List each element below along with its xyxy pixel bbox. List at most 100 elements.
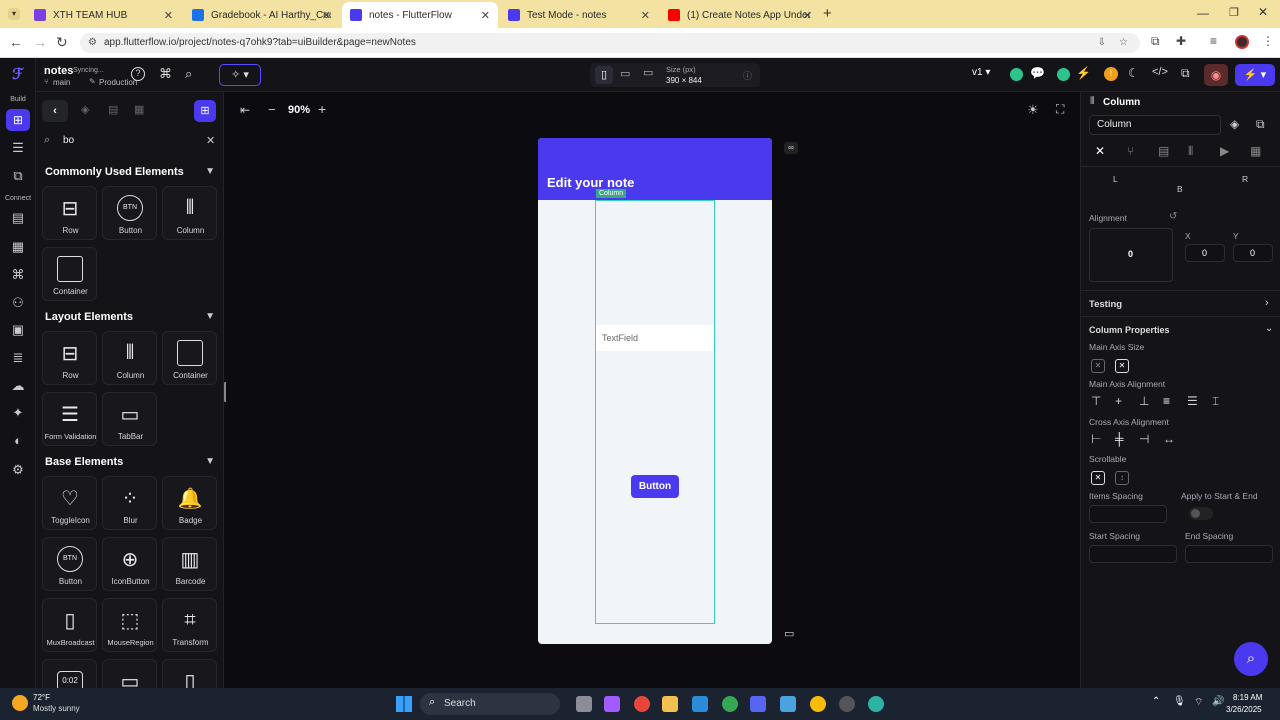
zoom-level[interactable]: 90% bbox=[288, 104, 310, 116]
reading-list-icon[interactable]: ≡ bbox=[1210, 34, 1217, 48]
widget-palette-icon[interactable]: ⊞ bbox=[6, 109, 30, 131]
browser-tab-gradebook[interactable]: Gradebook - AI Harthy_Coding ✕ bbox=[184, 4, 339, 26]
alignment-grid[interactable]: 0 bbox=[1089, 228, 1173, 282]
widget-button[interactable]: BTN Button bbox=[102, 186, 157, 240]
widget-timer[interactable]: 0:02 bbox=[42, 659, 97, 688]
widget-message[interactable]: ▭ bbox=[102, 659, 157, 688]
chrome-active-icon[interactable] bbox=[810, 696, 826, 712]
url-field[interactable]: ⚙ app.flutterflow.io/project/notes-q7ohk… bbox=[80, 33, 1140, 53]
space-between-icon[interactable]: ≡ bbox=[1163, 394, 1170, 408]
chevron-down-icon[interactable]: ▼ bbox=[205, 166, 215, 177]
components-icon[interactable]: ⚇ bbox=[9, 295, 27, 311]
environment-name[interactable]: Production bbox=[99, 78, 137, 87]
theme-toggle-icon[interactable]: ☀ bbox=[1027, 102, 1039, 118]
align-center-icon[interactable]: + bbox=[1115, 394, 1122, 408]
widget-column[interactable]: ⦀ Column bbox=[102, 331, 157, 385]
tray-overflow-icon[interactable]: ⌃ bbox=[1152, 696, 1160, 707]
widget-muxbroadcast[interactable]: ▯ MuxBroadcast bbox=[42, 598, 97, 652]
project-name[interactable]: notes bbox=[44, 65, 73, 77]
widget-transform[interactable]: ⌗ Transform bbox=[162, 598, 217, 652]
widget-container[interactable]: Container bbox=[162, 331, 217, 385]
reset-icon[interactable]: ↺ bbox=[1169, 211, 1177, 222]
close-icon[interactable]: ✕ bbox=[322, 9, 331, 22]
libraries-tab-icon[interactable]: ▦ bbox=[134, 103, 144, 116]
window-close-icon[interactable]: ✕ bbox=[1258, 5, 1268, 19]
space-around-icon[interactable]: ☰ bbox=[1187, 394, 1198, 408]
custom-code-icon[interactable]: ≣ bbox=[9, 350, 27, 366]
new-tab-icon[interactable]: + bbox=[823, 5, 832, 22]
widget-barcode[interactable]: ▥ Barcode bbox=[162, 537, 217, 591]
start-spacing-input[interactable] bbox=[1089, 545, 1177, 563]
mobile-device-icon[interactable]: ▯ bbox=[595, 66, 613, 84]
build-status-icon[interactable] bbox=[1057, 68, 1070, 81]
browser-app-icon[interactable] bbox=[868, 696, 884, 712]
clock-time[interactable]: 8:19 AM bbox=[1233, 693, 1262, 702]
properties-tab-icon[interactable]: ✕ bbox=[1095, 144, 1105, 158]
windows-start-icon[interactable] bbox=[396, 696, 412, 712]
widget-row[interactable]: ⊟ Row bbox=[42, 331, 97, 385]
api-calls-icon[interactable]: ⌘ bbox=[9, 267, 27, 283]
app-bar[interactable]: Edit your note bbox=[538, 138, 772, 200]
ai-gen-dropdown[interactable]: ✧ ▾ bbox=[219, 64, 261, 86]
widget-state-tab-icon[interactable]: ▦ bbox=[1250, 144, 1261, 158]
widget-toggleicon[interactable]: ♡ ToggleIcon bbox=[42, 476, 97, 530]
clock-date[interactable]: 3/26/2025 bbox=[1226, 705, 1262, 714]
restore-icon[interactable]: ❐ bbox=[1229, 6, 1239, 19]
animations-tab-icon[interactable]: ▶ bbox=[1220, 144, 1229, 158]
firestore-icon[interactable]: ▤ bbox=[9, 210, 27, 226]
cross-end-icon[interactable]: ⊣ bbox=[1139, 432, 1149, 446]
file-explorer-icon[interactable] bbox=[662, 696, 678, 712]
version-dropdown[interactable]: v1 ▾ bbox=[972, 67, 990, 78]
axis-size-max-button[interactable]: ✕ bbox=[1115, 359, 1129, 373]
tab-search-icon[interactable]: ▾ bbox=[8, 8, 20, 20]
extensions-puzzle-icon[interactable]: ✚ bbox=[1176, 34, 1186, 48]
widget-blur[interactable]: ⁘ Blur bbox=[102, 476, 157, 530]
open-external-icon[interactable]: ⧉ bbox=[1181, 66, 1190, 81]
volume-icon[interactable]: 🔊 bbox=[1212, 696, 1224, 707]
zoom-out-icon[interactable]: − bbox=[268, 102, 276, 117]
dark-mode-icon[interactable]: ☾ bbox=[1128, 66, 1139, 80]
close-icon[interactable]: ✕ bbox=[803, 9, 812, 22]
cross-start-icon[interactable]: ⊢ bbox=[1091, 432, 1101, 446]
widget-container[interactable]: Container bbox=[42, 247, 97, 301]
size-value[interactable]: 390 × 844 bbox=[666, 76, 702, 85]
bookmark-star-icon[interactable]: ☆ bbox=[1119, 33, 1128, 53]
wifi-icon[interactable]: ⌔ bbox=[1194, 696, 1203, 709]
widget-form-validation[interactable]: ☰ Form Validation bbox=[42, 392, 97, 446]
run-status-icon[interactable] bbox=[1010, 68, 1023, 81]
close-icon[interactable]: ✕ bbox=[164, 9, 173, 22]
install-app-icon[interactable]: ⇩ bbox=[1098, 33, 1106, 53]
wrap-widget-icon[interactable]: ⧉ bbox=[1256, 117, 1265, 132]
forward-icon[interactable]: → bbox=[33, 34, 47, 50]
copilot-icon[interactable] bbox=[604, 696, 620, 712]
ai-assistant-button[interactable]: ⌕ bbox=[1234, 642, 1268, 676]
extension-icon[interactable]: ⧉ bbox=[1151, 34, 1160, 49]
fit-screen-icon[interactable]: ⛶ bbox=[1056, 102, 1064, 117]
task-view-icon[interactable] bbox=[576, 696, 592, 712]
tablet-device-icon[interactable]: ▭ bbox=[620, 67, 630, 80]
back-icon[interactable]: ← bbox=[9, 34, 23, 50]
storyboard-icon[interactable]: ⧉ bbox=[9, 168, 27, 184]
browser-tab-testmode[interactable]: Test Mode - notes ✕ bbox=[500, 4, 658, 26]
collapse-panel-icon[interactable]: ⇤ bbox=[240, 103, 250, 117]
command-palette-icon[interactable]: ⌘ bbox=[159, 66, 172, 82]
preview-eye-button[interactable]: ◉ bbox=[1204, 64, 1228, 86]
apply-start-end-toggle[interactable] bbox=[1189, 507, 1213, 520]
reload-icon[interactable]: ↻ bbox=[56, 34, 68, 51]
run-test-button[interactable]: ⚡ ▾ bbox=[1235, 64, 1275, 86]
size-info-icon[interactable]: ⓘ bbox=[743, 69, 752, 82]
minimize-icon[interactable]: — bbox=[1197, 6, 1209, 20]
components-tab-icon[interactable]: ◈ bbox=[81, 103, 89, 116]
widget-device[interactable]: ▯ bbox=[162, 659, 217, 688]
add-widget-icon[interactable]: ⊞ bbox=[194, 100, 216, 122]
selected-column[interactable]: Column TextField Button bbox=[595, 189, 715, 624]
obs-icon[interactable] bbox=[839, 696, 855, 712]
axis-size-min-button[interactable]: ✕ bbox=[1091, 359, 1105, 373]
widget-name-input[interactable]: Column bbox=[1089, 115, 1221, 135]
link-icon[interactable]: ∞ bbox=[784, 142, 798, 154]
search-icon[interactable]: ⌕ bbox=[185, 66, 192, 82]
flutterflow-logo-icon[interactable]: ℱ bbox=[9, 67, 27, 83]
app-icon[interactable] bbox=[780, 696, 796, 712]
cross-center-icon[interactable]: ╪ bbox=[1115, 432, 1124, 446]
widget-button[interactable]: BTN Button bbox=[42, 537, 97, 591]
